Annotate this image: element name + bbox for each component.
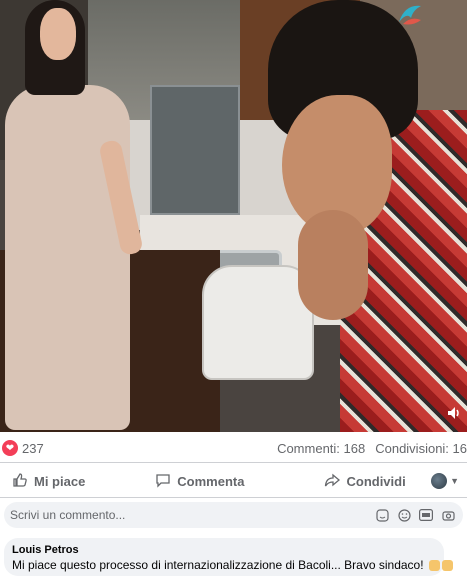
volume-icon[interactable] <box>445 405 463 423</box>
like-label: Mi piace <box>34 473 86 489</box>
camera-icon[interactable] <box>441 508 455 522</box>
video-frame <box>0 0 467 432</box>
divider <box>0 497 467 498</box>
speech-bubble-icon <box>155 472 171 491</box>
comment-text: Mi piace questo processo di internaziona… <box>12 558 424 572</box>
reactions-summary[interactable]: ❤ 237 <box>2 440 44 456</box>
divider <box>0 462 467 463</box>
reaction-count: 237 <box>22 440 44 456</box>
comment-input[interactable] <box>10 508 375 522</box>
smiley-icon[interactable] <box>397 508 411 522</box>
audience-selector[interactable]: ▼ <box>431 473 459 489</box>
shares-count[interactable]: Condivisioni: 16 <box>375 441 467 456</box>
love-icon: ❤ <box>2 440 18 456</box>
gif-icon[interactable] <box>419 508 433 522</box>
post-stats: ❤ 237 Commenti: 168 Condivisioni: 16 <box>0 436 467 460</box>
video-player[interactable] <box>0 0 467 432</box>
share-label: Condividi <box>346 473 406 489</box>
comment-text-row: Mi piace questo processo di internaziona… <box>12 558 453 572</box>
comment-author[interactable]: Louis Petros <box>12 544 436 556</box>
comment-item: Louis Petros Mi piace questo processo di… <box>4 538 453 576</box>
action-bar: Mi piace Commenta Condividi ▼ <box>0 466 467 496</box>
thumbs-up-icon <box>12 472 28 491</box>
comment-label: Commenta <box>177 473 245 489</box>
share-arrow-icon <box>324 472 341 491</box>
globe-icon <box>431 473 448 489</box>
channel-logo-icon <box>390 0 430 30</box>
comments-count[interactable]: Commenti: 168 <box>277 441 365 456</box>
comment-button[interactable]: Commenta <box>155 472 244 491</box>
sticker-icon[interactable] <box>375 508 389 522</box>
chevron-down-icon: ▼ <box>450 476 459 486</box>
clap-icon <box>428 560 440 572</box>
clap-icon <box>441 560 453 572</box>
comment-composer <box>4 502 463 528</box>
share-button[interactable]: Condividi <box>324 472 406 491</box>
like-button[interactable]: Mi piace <box>12 472 85 491</box>
